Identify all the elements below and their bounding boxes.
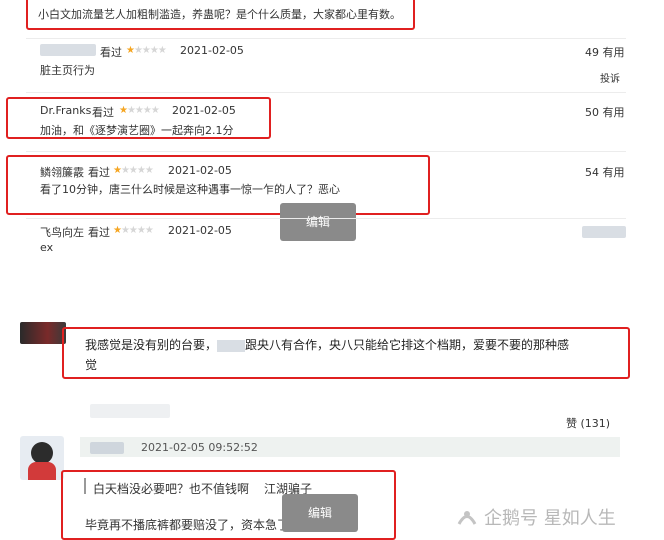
watermark-text: 企鹅号 星如人生 [484,508,616,529]
reply-timestamp: 2021-02-05 09:52:52 [141,441,258,454]
top-comment-text: 小白文加流量艺人加粗制滥造，养蛊呢？是个什么质量，大家都心里有数。 [38,8,401,21]
edit-button[interactable]: 编辑 [280,203,356,241]
divider [26,151,626,152]
blurred-name [217,339,246,352]
reply-avatar [20,436,64,480]
useful-count[interactable]: 49 有用 [585,44,625,60]
review-body: ex [40,241,54,254]
rating-stars: ★★★★★ [119,105,160,116]
review-username[interactable]: Dr.Franks [40,104,91,117]
watched-label: 看过 [100,46,122,59]
watched-label: 看过 [88,166,110,179]
like-count[interactable]: 赞 (131) [566,415,610,431]
review-date: 2021-02-05 [172,104,236,117]
edit-button[interactable]: 编辑 [282,494,358,532]
divider [26,92,626,93]
review-body: 加油，和《逐梦演艺圈》一起奔向2.1分 [40,124,234,137]
review-date: 2021-02-05 [180,44,244,57]
review-body: 看了10分钟，唐三什么时候是这种遇事一惊一乍的人了？恶心 [40,183,340,196]
report-link[interactable]: 投诉 [600,70,620,85]
blurred-username [40,44,96,56]
divider [26,218,626,219]
penguin-logo-icon [457,511,477,525]
blurred-useful-count [582,226,626,238]
watermark: 企鹅号 星如人生 [456,505,616,529]
rating-stars: ★★★★★ [113,225,154,236]
comment-text: 我感觉是没有别的台要， 跟央八有合作，央八只能给它排这个档期，爱要不要的那种感觉 [85,338,570,372]
review-date: 2021-02-05 [168,164,232,177]
watched-label: 看过 [88,226,110,239]
rating-stars: ★★★★★ [113,165,154,176]
review-username[interactable]: 鳞翎簾霰 [40,164,84,180]
avatar [20,322,66,344]
blurred-header [90,404,170,418]
useful-count[interactable]: 50 有用 [585,104,625,120]
quoted-text: 白天档没必要吧？也不值钱啊 [93,482,250,496]
watched-label: 看过 [92,106,114,119]
reply-text: 毕竟再不播底裤都要赔没了，资本急了呗 [85,518,302,532]
useful-count[interactable]: 54 有用 [585,164,625,180]
review-body: 脏主页行为 [40,64,95,77]
review-date: 2021-02-05 [168,224,232,237]
quote-bar [84,478,86,494]
review-username[interactable]: 飞鸟向左 [40,224,84,240]
divider [26,38,626,39]
rating-stars: ★★★★★ [126,45,167,56]
blurred-username [90,442,124,454]
